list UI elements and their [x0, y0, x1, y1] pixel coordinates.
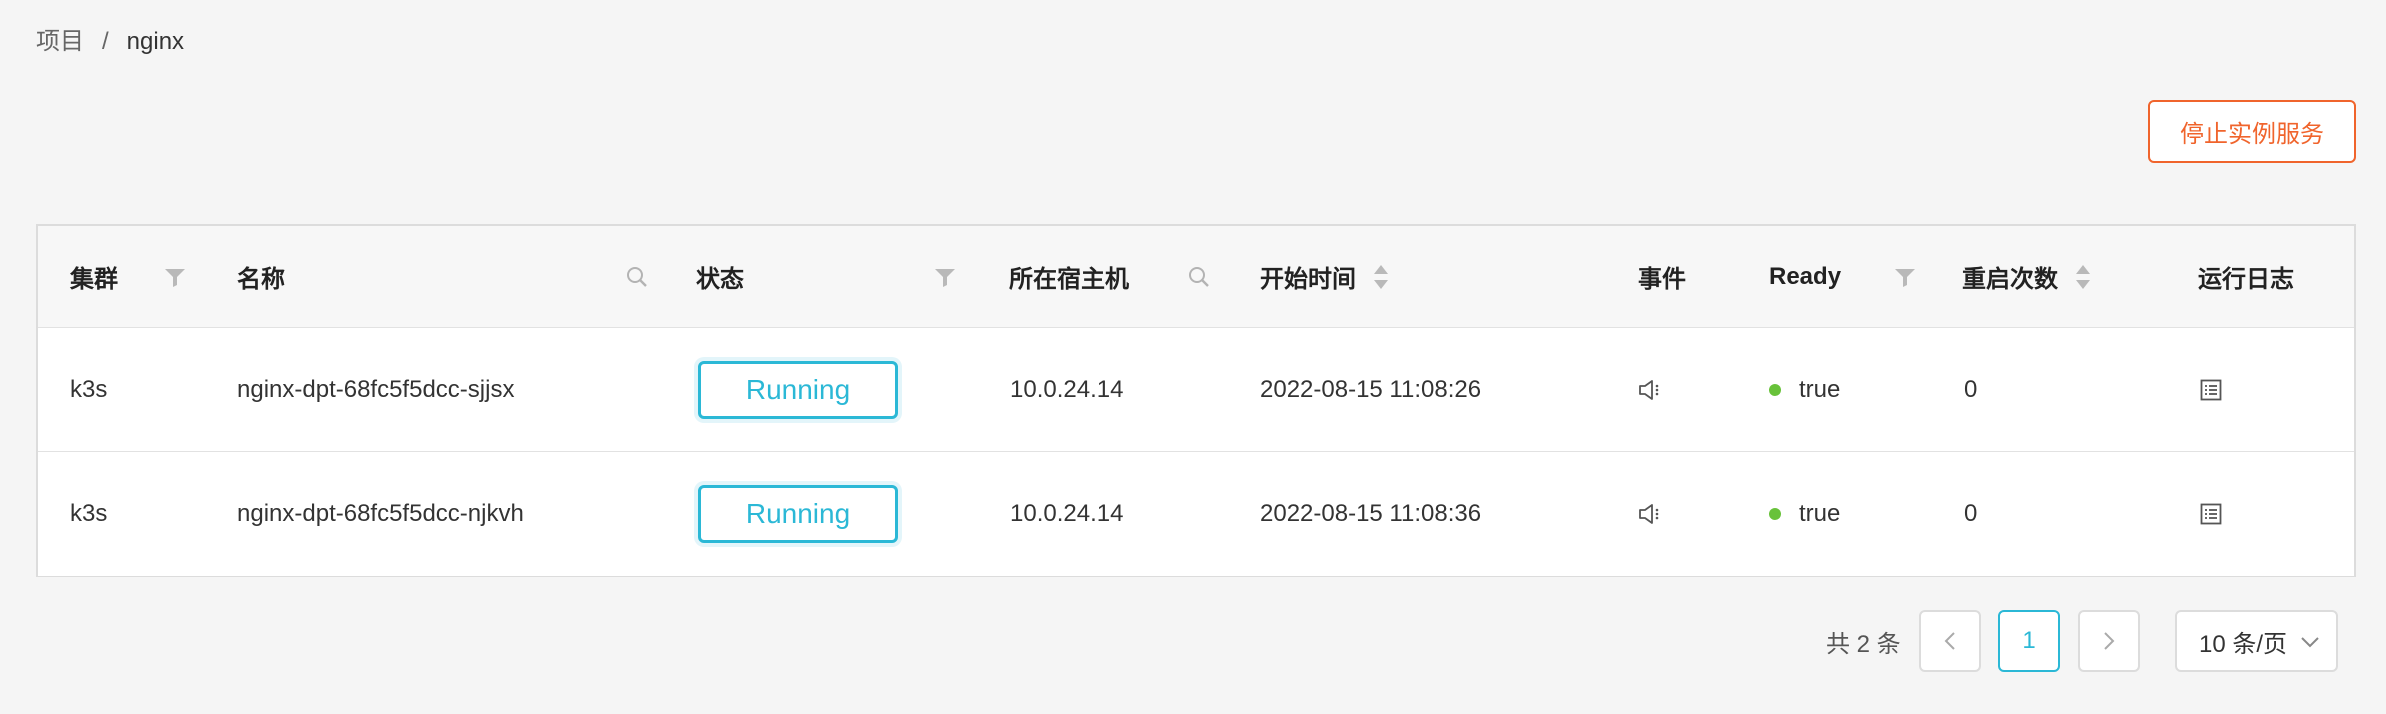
speaker-icon[interactable] — [1638, 379, 1664, 401]
cell-name: nginx-dpt-68fc5f5dcc-njkvh — [237, 500, 524, 527]
cell-start-time: 2022-08-15 11:08:26 — [1260, 375, 1482, 403]
status-badge: Running — [698, 360, 898, 419]
table-header: 集群 名称 状态 所在宿主机 开始时间 事件 Ready 重启次数 运行日志 — [38, 226, 2354, 328]
header-ready: Ready — [1769, 262, 1842, 290]
cell-status: Running — [698, 452, 898, 576]
header-events: 事件 — [1638, 266, 1686, 293]
ready-status-dot — [1769, 383, 1781, 396]
pagination-total: 共 2 条 — [1826, 630, 1901, 658]
chevron-down-icon — [2300, 627, 2320, 655]
header-cluster: 集群 — [70, 266, 118, 293]
cell-cluster: k3s — [70, 375, 108, 403]
sort-icon[interactable] — [2074, 263, 2092, 291]
cell-name: nginx-dpt-68fc5f5dcc-sjjsx — [237, 375, 515, 403]
ready-value: true — [1799, 375, 1841, 403]
status-badge: Running — [698, 485, 898, 543]
page-size-select[interactable]: 10 条/页 — [2175, 610, 2338, 672]
cell-status: Running — [698, 328, 898, 451]
cell-cluster: k3s — [70, 500, 108, 527]
page-size-value: 10 条/页 — [2199, 630, 2288, 658]
table-row: k3s nginx-dpt-68fc5f5dcc-sjjsx Running 1… — [38, 328, 2354, 452]
page-1-button[interactable]: 1 — [1998, 610, 2060, 672]
search-icon[interactable] — [626, 266, 648, 288]
filter-icon[interactable] — [164, 266, 186, 288]
log-list-icon[interactable] — [2200, 503, 2222, 525]
chevron-left-icon — [1944, 632, 1955, 650]
filter-icon[interactable] — [1894, 266, 1916, 288]
cell-restarts: 0 — [1964, 500, 1978, 527]
header-start-time: 开始时间 — [1260, 266, 1356, 293]
cell-host: 10.0.24.14 — [1010, 375, 1124, 403]
breadcrumb-root[interactable]: 项目 — [36, 26, 84, 58]
sort-icon[interactable] — [1372, 263, 1390, 291]
cell-start-time: 2022-08-15 11:08:36 — [1260, 500, 1482, 527]
cell-ready: true — [1769, 328, 1840, 451]
ready-status-dot — [1769, 508, 1781, 520]
cell-restarts: 0 — [1964, 375, 1978, 403]
header-host: 所在宿主机 — [1009, 266, 1129, 293]
next-page-button[interactable] — [2078, 610, 2140, 672]
breadcrumb: 项目 / nginx — [36, 26, 184, 58]
search-icon[interactable] — [1188, 266, 1210, 288]
ready-value: true — [1799, 500, 1841, 527]
log-list-icon[interactable] — [2200, 379, 2222, 401]
header-status: 状态 — [696, 266, 744, 293]
chevron-right-icon — [2104, 632, 2115, 650]
cell-ready: true — [1769, 452, 1840, 576]
speaker-icon[interactable] — [1638, 503, 1664, 525]
table-row: k3s nginx-dpt-68fc5f5dcc-njkvh Running 1… — [38, 452, 2354, 576]
header-restarts: 重启次数 — [1962, 266, 2058, 293]
filter-icon[interactable] — [934, 266, 956, 288]
prev-page-button[interactable] — [1919, 610, 1981, 672]
breadcrumb-current: nginx — [126, 28, 185, 55]
header-logs: 运行日志 — [2198, 266, 2294, 293]
breadcrumb-separator: / — [102, 28, 109, 55]
stop-instance-service-button[interactable]: 停止实例服务 — [2148, 100, 2356, 163]
cell-host: 10.0.24.14 — [1010, 500, 1124, 527]
instances-table: 集群 名称 状态 所在宿主机 开始时间 事件 Ready 重启次数 运行日志 k… — [36, 224, 2356, 577]
header-name: 名称 — [237, 266, 285, 293]
pagination: 共 2 条 1 10 条/页 — [0, 610, 2386, 672]
